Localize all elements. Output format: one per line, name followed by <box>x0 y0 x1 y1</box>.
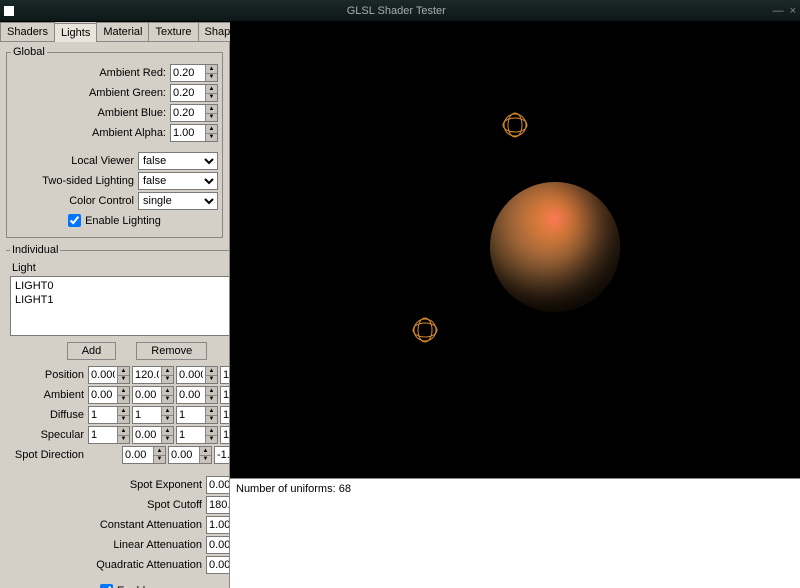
diffuse-label: Diffuse <box>10 409 84 421</box>
position-y-spinner[interactable]: ▲▼ <box>132 366 174 384</box>
linear-att-label: Linear Attenuation <box>113 539 202 551</box>
global-group: Global Ambient Red: ▲▼ Ambient Green: ▲▼ A… <box>6 46 223 238</box>
enable-lighting-checkbox[interactable] <box>68 214 81 227</box>
tab-texture[interactable]: Texture <box>148 22 198 41</box>
two-sided-select[interactable]: false <box>138 172 218 190</box>
light-gizmo-icon <box>412 317 438 346</box>
ambient-blue-spinner[interactable]: ▲▼ <box>170 104 218 122</box>
minimize-icon[interactable]: — <box>773 5 784 17</box>
position-x-spinner[interactable]: ▲▼ <box>88 366 130 384</box>
list-item[interactable]: LIGHT0 <box>13 279 229 293</box>
quad-att-label: Quadratic Attenuation <box>96 559 202 571</box>
down-icon[interactable]: ▼ <box>205 74 217 82</box>
window-controls: — × <box>773 5 796 17</box>
two-sided-label: Two-sided Lighting <box>42 175 134 187</box>
titlebar: GLSL Shader Tester — × <box>0 0 800 22</box>
tab-bar: Shaders Lights Material Texture Shape <box>0 22 229 42</box>
up-icon[interactable]: ▲ <box>205 65 217 74</box>
panel-lights: Global Ambient Red: ▲▼ Ambient Green: ▲▼ A… <box>0 42 229 588</box>
spot-cutoff-spinner[interactable]: ▲▼ <box>206 496 229 514</box>
ambient-label: Ambient <box>10 389 84 401</box>
specular-label: Specular <box>10 429 84 441</box>
color-control-label: Color Control <box>69 195 134 207</box>
list-item[interactable]: LIGHT1 <box>13 293 229 307</box>
individual-legend: Individual <box>10 244 60 256</box>
light-gizmo-icon <box>502 112 528 141</box>
local-viewer-label: Local Viewer <box>71 155 134 167</box>
gl-viewport[interactable] <box>230 22 800 478</box>
remove-button[interactable]: Remove <box>136 342 207 360</box>
color-control-select[interactable]: single <box>138 192 218 210</box>
tab-material[interactable]: Material <box>96 22 149 41</box>
ambient-alpha-label: Ambient Alpha: <box>92 127 166 139</box>
close-icon[interactable]: × <box>790 5 796 17</box>
ambient-red-label: Ambient Red: <box>99 67 166 79</box>
console-output[interactable]: Number of uniforms: 68 <box>230 478 800 588</box>
sidebar: Shaders Lights Material Texture Shape Gl… <box>0 22 230 588</box>
local-viewer-select[interactable]: false <box>138 152 218 170</box>
position-label: Position <box>10 369 84 381</box>
ambient-blue-label: Ambient Blue: <box>98 107 166 119</box>
console-line: Number of uniforms: 68 <box>236 483 794 495</box>
ambient-red-spinner[interactable]: ▲▼ <box>170 64 218 82</box>
global-legend: Global <box>11 46 47 58</box>
enable-label: Enable <box>117 585 151 588</box>
const-att-label: Constant Attenuation <box>100 519 202 531</box>
ambient-green-spinner[interactable]: ▲▼ <box>170 84 218 102</box>
ambient-green-label: Ambient Green: <box>89 87 166 99</box>
app-icon <box>4 6 14 16</box>
window-title: GLSL Shader Tester <box>20 5 773 17</box>
individual-group: Individual Light LIGHT0 LIGHT1 Add Remov… <box>6 244 229 588</box>
light-listbox[interactable]: LIGHT0 LIGHT1 <box>10 276 229 336</box>
tab-lights[interactable]: Lights <box>54 23 97 42</box>
light-list-label: Light <box>12 262 229 274</box>
tab-shaders[interactable]: Shaders <box>0 22 55 41</box>
ambient-alpha-spinner[interactable]: ▲▼ <box>170 124 218 142</box>
quad-att-spinner[interactable]: ▲▼ <box>206 556 229 574</box>
spot-dir-label: Spot Direction <box>10 449 84 461</box>
spot-exp-label: Spot Exponent <box>130 479 202 491</box>
shape-sphere <box>490 182 620 312</box>
add-button[interactable]: Add <box>67 342 117 360</box>
spot-exp-spinner[interactable]: ▲▼ <box>206 476 229 494</box>
position-z-spinner[interactable]: ▲▼ <box>176 366 218 384</box>
const-att-spinner[interactable]: ▲▼ <box>206 516 229 534</box>
position-w-spinner[interactable]: ▲▼ <box>220 366 229 384</box>
enable-checkbox[interactable] <box>100 584 113 588</box>
enable-lighting-label: Enable Lighting <box>85 215 161 227</box>
linear-att-spinner[interactable]: ▲▼ <box>206 536 229 554</box>
spot-cutoff-label: Spot Cutoff <box>147 499 202 511</box>
main-area: Number of uniforms: 68 <box>230 22 800 588</box>
